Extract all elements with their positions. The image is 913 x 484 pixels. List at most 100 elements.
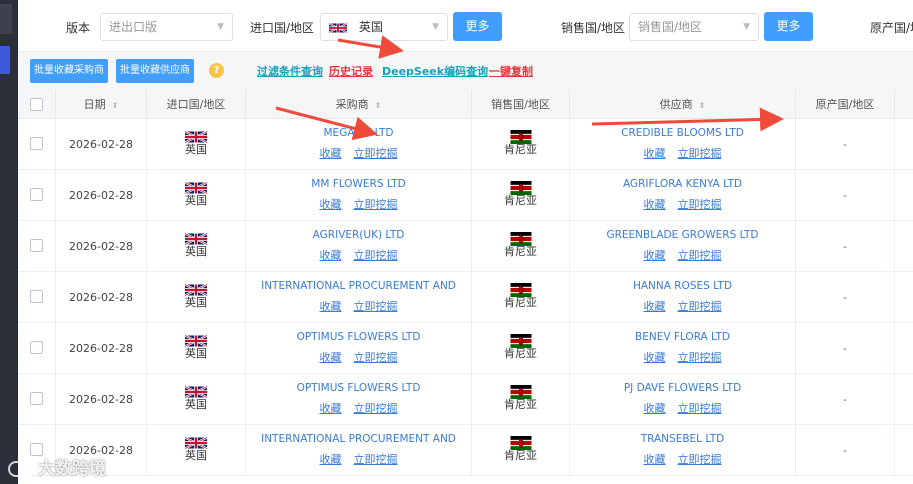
favorite-buyer-link[interactable]: 收藏 (320, 300, 342, 313)
row-buyer: AGRIVER(UK) LTD 收藏 立即挖掘 (246, 221, 472, 272)
select-all-checkbox[interactable] (30, 98, 43, 111)
favorite-buyer-link[interactable]: 收藏 (320, 198, 342, 211)
supplier-name-link[interactable]: TRANSEBEL LTD (570, 425, 795, 445)
row-date: 2026-02-28 (56, 323, 147, 374)
row-origin-country: - (796, 323, 895, 374)
buyer-name-link[interactable]: MEGALLY LTD (246, 119, 471, 139)
favorite-supplier-link[interactable]: 收藏 (644, 198, 666, 211)
kenya-flag-icon (510, 130, 531, 144)
buyer-name-link[interactable]: INTERNATIONAL PROCUREMENT AND (246, 425, 471, 445)
version-select[interactable]: 进出口版 ▼ (100, 13, 233, 41)
mine-buyer-link[interactable]: 立即挖掘 (354, 249, 398, 262)
row-supplier: GREENBLADE GROWERS LTD 收藏 立即挖掘 (570, 221, 796, 272)
mine-supplier-link[interactable]: 立即挖掘 (678, 300, 722, 313)
table-row: 2026-02-28 英国 OPTIMUS FLOWERS LTD 收藏 立即挖掘 肯尼亚… (18, 323, 913, 374)
deepseek-query-link[interactable]: DeepSeek编码查询 (382, 63, 488, 79)
mine-buyer-link[interactable]: 立即挖掘 (354, 198, 398, 211)
bulk-favorite-supplier-button[interactable]: 批量收藏供应商 (116, 59, 194, 83)
buyer-name-link[interactable]: MM FLOWERS LTD (246, 170, 471, 190)
supplier-name-link[interactable]: CREDIBLE BLOOMS LTD (570, 119, 795, 139)
origin-country-label: 原产国/地区 (870, 21, 913, 35)
row-date: 2026-02-28 (56, 221, 147, 272)
table-row: 2026-02-28 英国 INTERNATIONAL PROCUREMENT AN… (18, 425, 913, 476)
favorite-buyer-link[interactable]: 收藏 (320, 249, 342, 262)
row-sales-country: 肯尼亚 (472, 272, 570, 323)
mine-supplier-link[interactable]: 立即挖掘 (678, 453, 722, 466)
mine-buyer-link[interactable]: 立即挖掘 (354, 453, 398, 466)
mine-supplier-link[interactable]: 立即挖掘 (678, 402, 722, 415)
row-checkbox[interactable] (30, 290, 43, 303)
favorite-supplier-link[interactable]: 收藏 (644, 402, 666, 415)
row-date: 2026-02-28 (56, 374, 147, 425)
row-select-cell (18, 323, 56, 374)
row-sales-country: 肯尼亚 (472, 425, 570, 476)
filter-query-link[interactable]: 过滤条件查询 (257, 63, 323, 79)
header-buyer[interactable]: 采购商 ⬍ (246, 90, 472, 119)
row-checkbox[interactable] (30, 392, 43, 405)
supplier-name-link[interactable]: GREENBLADE GROWERS LTD (570, 221, 795, 241)
row-origin-country: - (796, 170, 895, 221)
header-date-label: 日期 (83, 98, 106, 111)
favorite-buyer-link[interactable]: 收藏 (320, 351, 342, 364)
mine-supplier-link[interactable]: 立即挖掘 (678, 198, 722, 211)
supplier-name-link[interactable]: PJ DAVE FLOWERS LTD (570, 374, 795, 394)
copy-all-link[interactable]: 一键复制 (489, 63, 533, 79)
sales-country-text: 肯尼亚 (504, 398, 537, 411)
row-buyer: MEGALLY LTD 收藏 立即挖掘 (246, 119, 472, 170)
mine-supplier-link[interactable]: 立即挖掘 (678, 249, 722, 262)
row-import-country: 英国 (147, 221, 246, 272)
chevron-down-icon: ▼ (743, 22, 750, 32)
supplier-name-link[interactable]: BENEV FLORA LTD (570, 323, 795, 343)
uk-flag-icon (329, 22, 347, 33)
row-select-cell (18, 374, 56, 425)
mine-buyer-link[interactable]: 立即挖掘 (354, 147, 398, 160)
favorite-supplier-link[interactable]: 收藏 (644, 249, 666, 262)
header-supplier[interactable]: 供应商 ⬍ (570, 90, 796, 119)
sort-icon: ⬍ (111, 101, 119, 110)
row-checkbox[interactable] (30, 188, 43, 201)
row-supplier: BENEV FLORA LTD 收藏 立即挖掘 (570, 323, 796, 374)
favorite-supplier-link[interactable]: 收藏 (644, 147, 666, 160)
row-checkbox[interactable] (30, 137, 43, 150)
row-supplier: HANNA ROSES LTD 收藏 立即挖掘 (570, 272, 796, 323)
mine-buyer-link[interactable]: 立即挖掘 (354, 300, 398, 313)
import-country-text: 英国 (185, 143, 207, 156)
buyer-name-link[interactable]: AGRIVER(UK) LTD (246, 221, 471, 241)
buyer-name-link[interactable]: OPTIMUS FLOWERS LTD (246, 374, 471, 394)
import-country-text: 英国 (185, 296, 207, 309)
row-import-country: 英国 (147, 374, 246, 425)
mine-supplier-link[interactable]: 立即挖掘 (678, 351, 722, 364)
favorite-supplier-link[interactable]: 收藏 (644, 351, 666, 364)
row-origin-country: - (796, 119, 895, 170)
buyer-name-link[interactable]: OPTIMUS FLOWERS LTD (246, 323, 471, 343)
row-checkbox[interactable] (30, 239, 43, 252)
sales-country-text: 肯尼亚 (504, 143, 537, 156)
table-row: 2026-02-28 英国 AGRIVER(UK) LTD 收藏 立即挖掘 肯尼亚 GREE… (18, 221, 913, 272)
mine-supplier-link[interactable]: 立即挖掘 (678, 147, 722, 160)
row-origin-country: - (796, 425, 895, 476)
row-checkbox[interactable] (30, 341, 43, 354)
mine-buyer-link[interactable]: 立即挖掘 (354, 351, 398, 364)
table-row: 2026-02-28 英国 MEGALLY LTD 收藏 立即挖掘 肯尼亚 CREDIBLE… (18, 119, 913, 170)
favorite-supplier-link[interactable]: 收藏 (644, 300, 666, 313)
sales-country-select[interactable]: 销售国/地区 ▼ (629, 13, 759, 41)
mine-buyer-link[interactable]: 立即挖掘 (354, 402, 398, 415)
history-link[interactable]: 历史记录 (329, 63, 373, 79)
supplier-name-link[interactable]: AGRIFLORA KENYA LTD (570, 170, 795, 190)
import-more-button[interactable]: 更多 (453, 12, 502, 41)
header-origin-country: 原产国/地区 (796, 90, 895, 119)
favorite-supplier-link[interactable]: 收藏 (644, 453, 666, 466)
favorite-buyer-link[interactable]: 收藏 (320, 147, 342, 160)
buyer-name-link[interactable]: INTERNATIONAL PROCUREMENT AND (246, 272, 471, 292)
help-icon[interactable]: ? (209, 63, 224, 78)
bulk-favorite-buyer-button[interactable]: 批量收藏采购商 (30, 59, 108, 83)
sales-more-button[interactable]: 更多 (764, 12, 813, 41)
favorite-buyer-link[interactable]: 收藏 (320, 402, 342, 415)
supplier-name-link[interactable]: HANNA ROSES LTD (570, 272, 795, 292)
header-date[interactable]: 日期 ⬍ (56, 90, 147, 119)
import-country-text: 英国 (185, 194, 207, 207)
favorite-buyer-link[interactable]: 收藏 (320, 453, 342, 466)
sidebar-active-indicator[interactable] (0, 46, 10, 74)
import-country-text: 英国 (185, 398, 207, 411)
import-country-select[interactable]: 英国 ▼ (320, 13, 448, 41)
